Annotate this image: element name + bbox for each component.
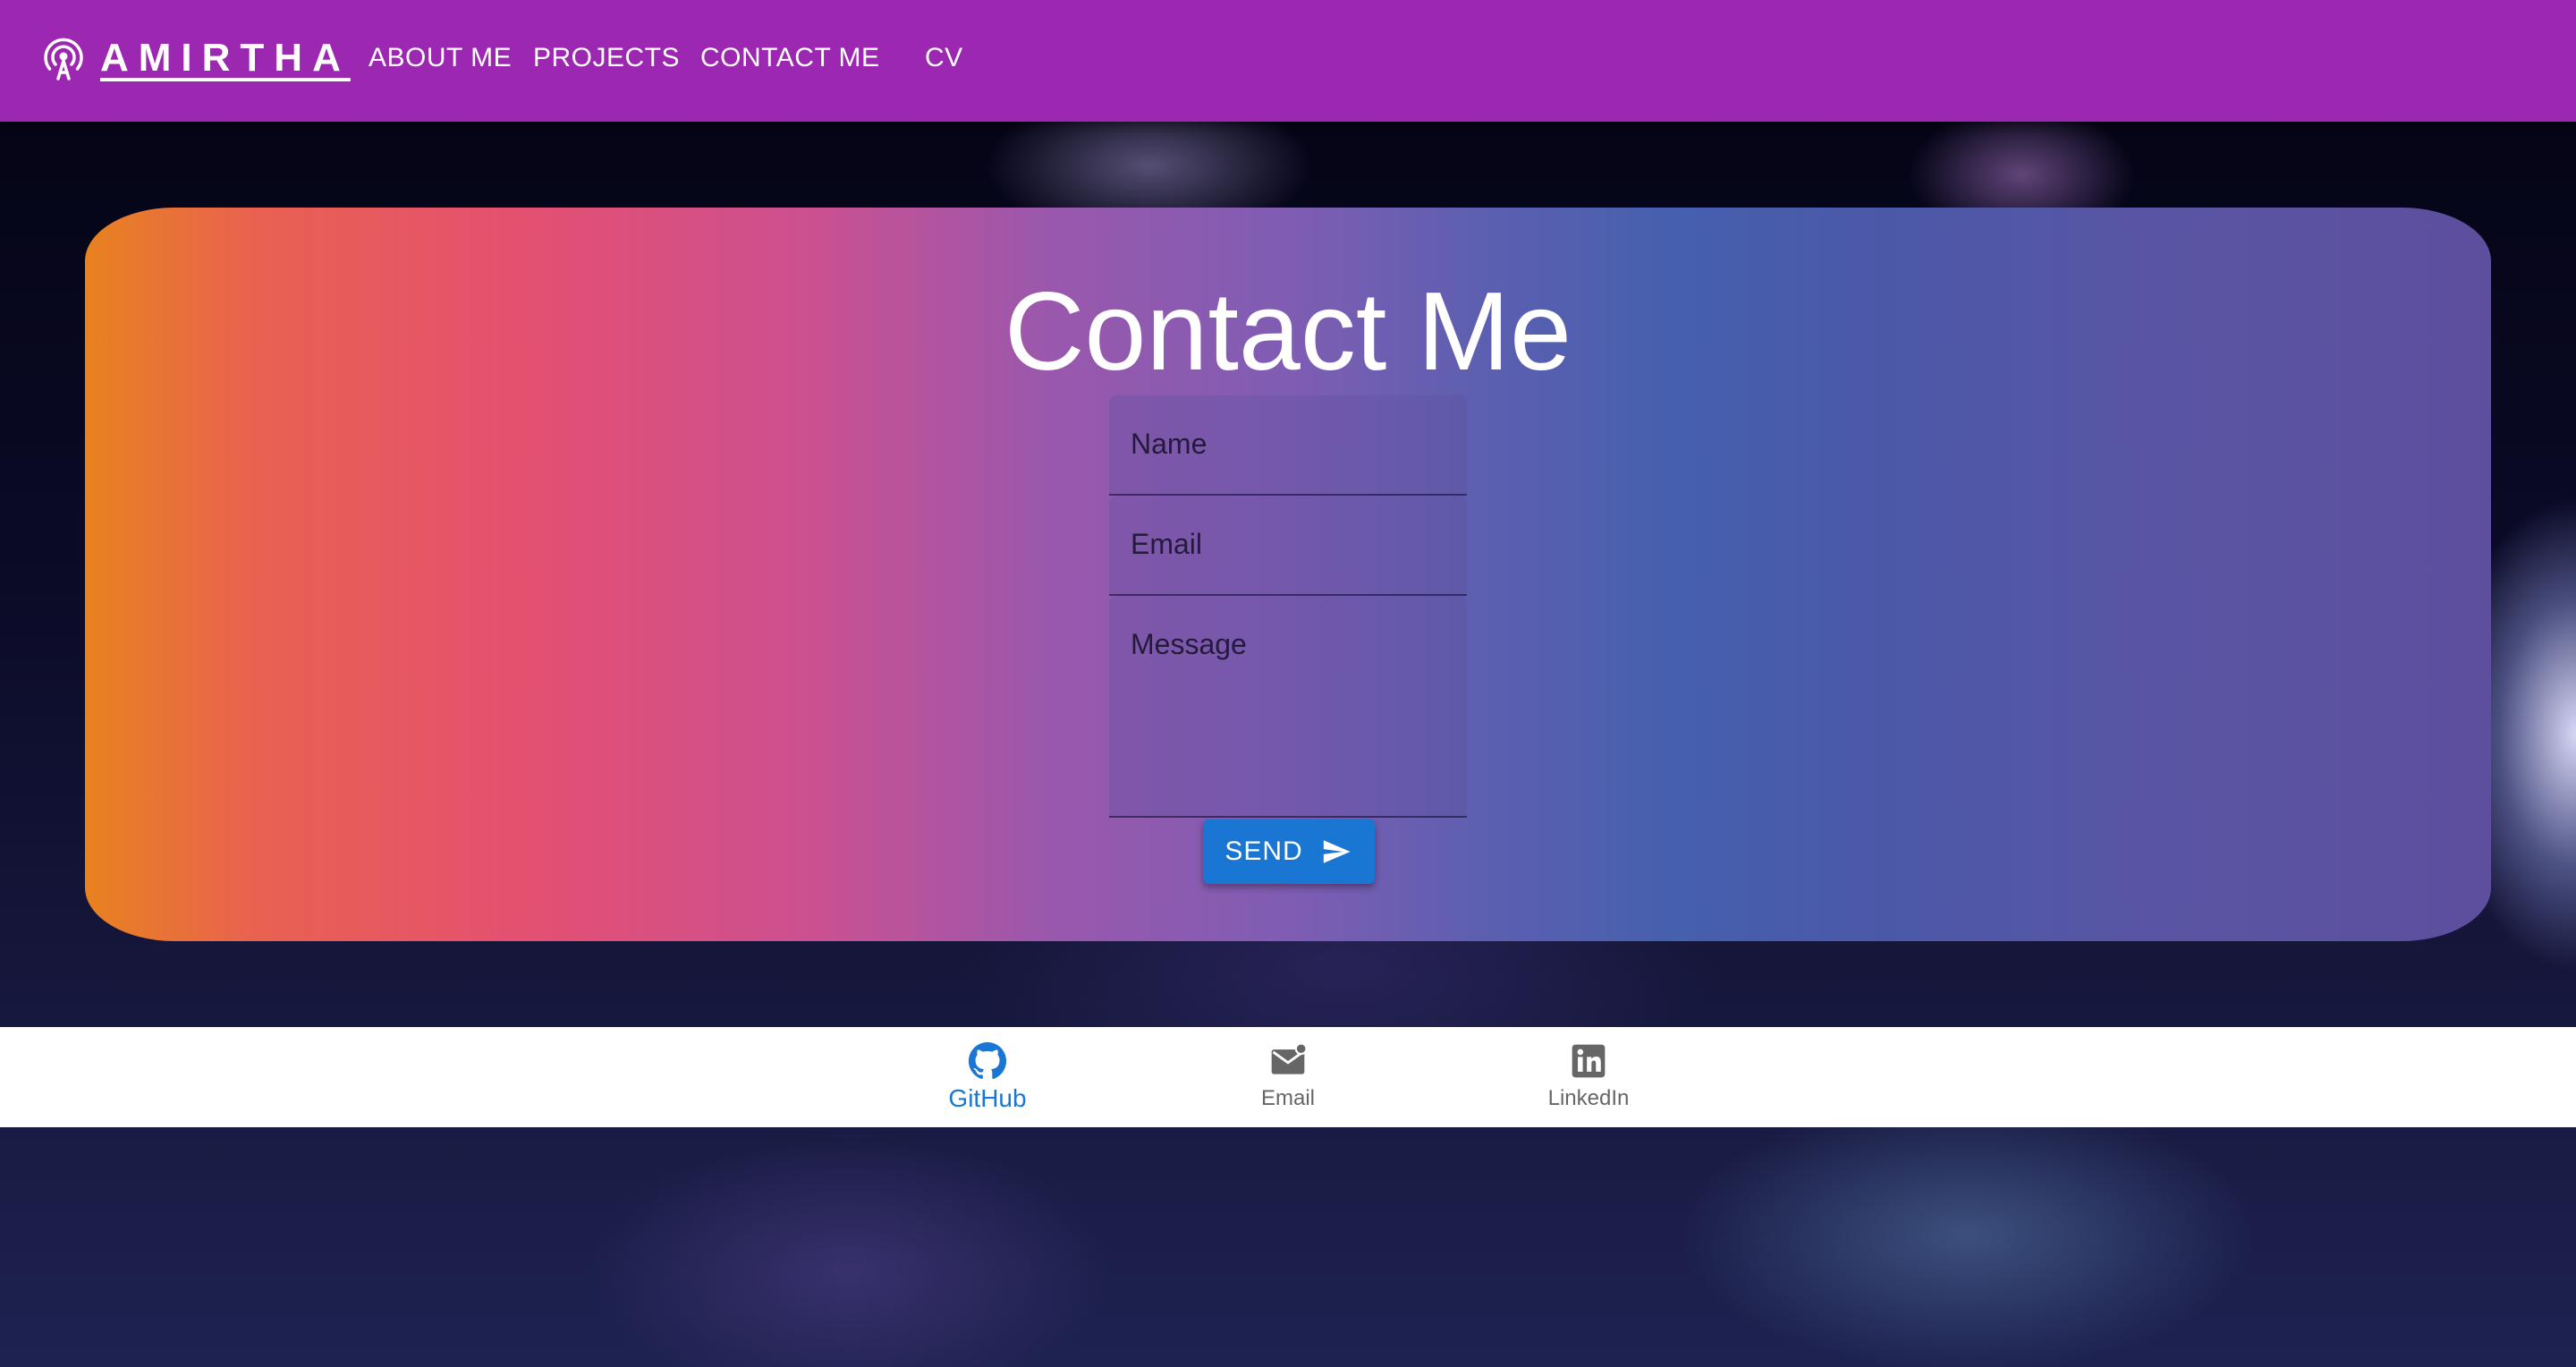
mail-icon: [1271, 1042, 1308, 1074]
contact-card: Contact Me SEND: [85, 208, 2491, 941]
name-field[interactable]: [1109, 395, 1467, 496]
github-icon: [968, 1041, 1007, 1080]
contact-title: Contact Me: [1004, 270, 1572, 394]
bottom-navigation: GitHub Email LinkedIn: [0, 1027, 2576, 1127]
nav-cv[interactable]: CV: [925, 43, 963, 73]
send-label: SEND: [1224, 836, 1303, 866]
nav-contact-me[interactable]: CONTACT ME: [700, 43, 880, 73]
nav-projects[interactable]: PROJECTS: [533, 43, 680, 73]
email-field[interactable]: [1109, 496, 1467, 596]
brand-logo[interactable]: AMIRTHA: [100, 36, 351, 81]
bottom-nav-github[interactable]: GitHub: [907, 1041, 1068, 1120]
nav-about-me[interactable]: ABOUT ME: [369, 43, 512, 73]
send-button[interactable]: SEND: [1203, 819, 1375, 884]
podcast-icon: [44, 38, 83, 81]
message-field[interactable]: [1109, 596, 1467, 818]
bottom-nav-linkedin[interactable]: LinkedIn: [1508, 1041, 1669, 1120]
message-input[interactable]: [1109, 596, 1467, 816]
send-icon: [1323, 840, 1351, 863]
bottom-nav-label: LinkedIn: [1547, 1086, 1630, 1110]
name-input[interactable]: [1109, 395, 1467, 461]
email-input[interactable]: [1109, 496, 1467, 561]
bottom-nav-label: GitHub: [948, 1084, 1027, 1112]
top-navbar: AMIRTHA ABOUT ME PROJECTS CONTACT ME CV: [0, 0, 2576, 122]
bottom-nav-label: Email: [1260, 1086, 1315, 1110]
bottom-nav-email[interactable]: Email: [1208, 1041, 1368, 1120]
linkedin-icon: [1572, 1044, 1606, 1078]
